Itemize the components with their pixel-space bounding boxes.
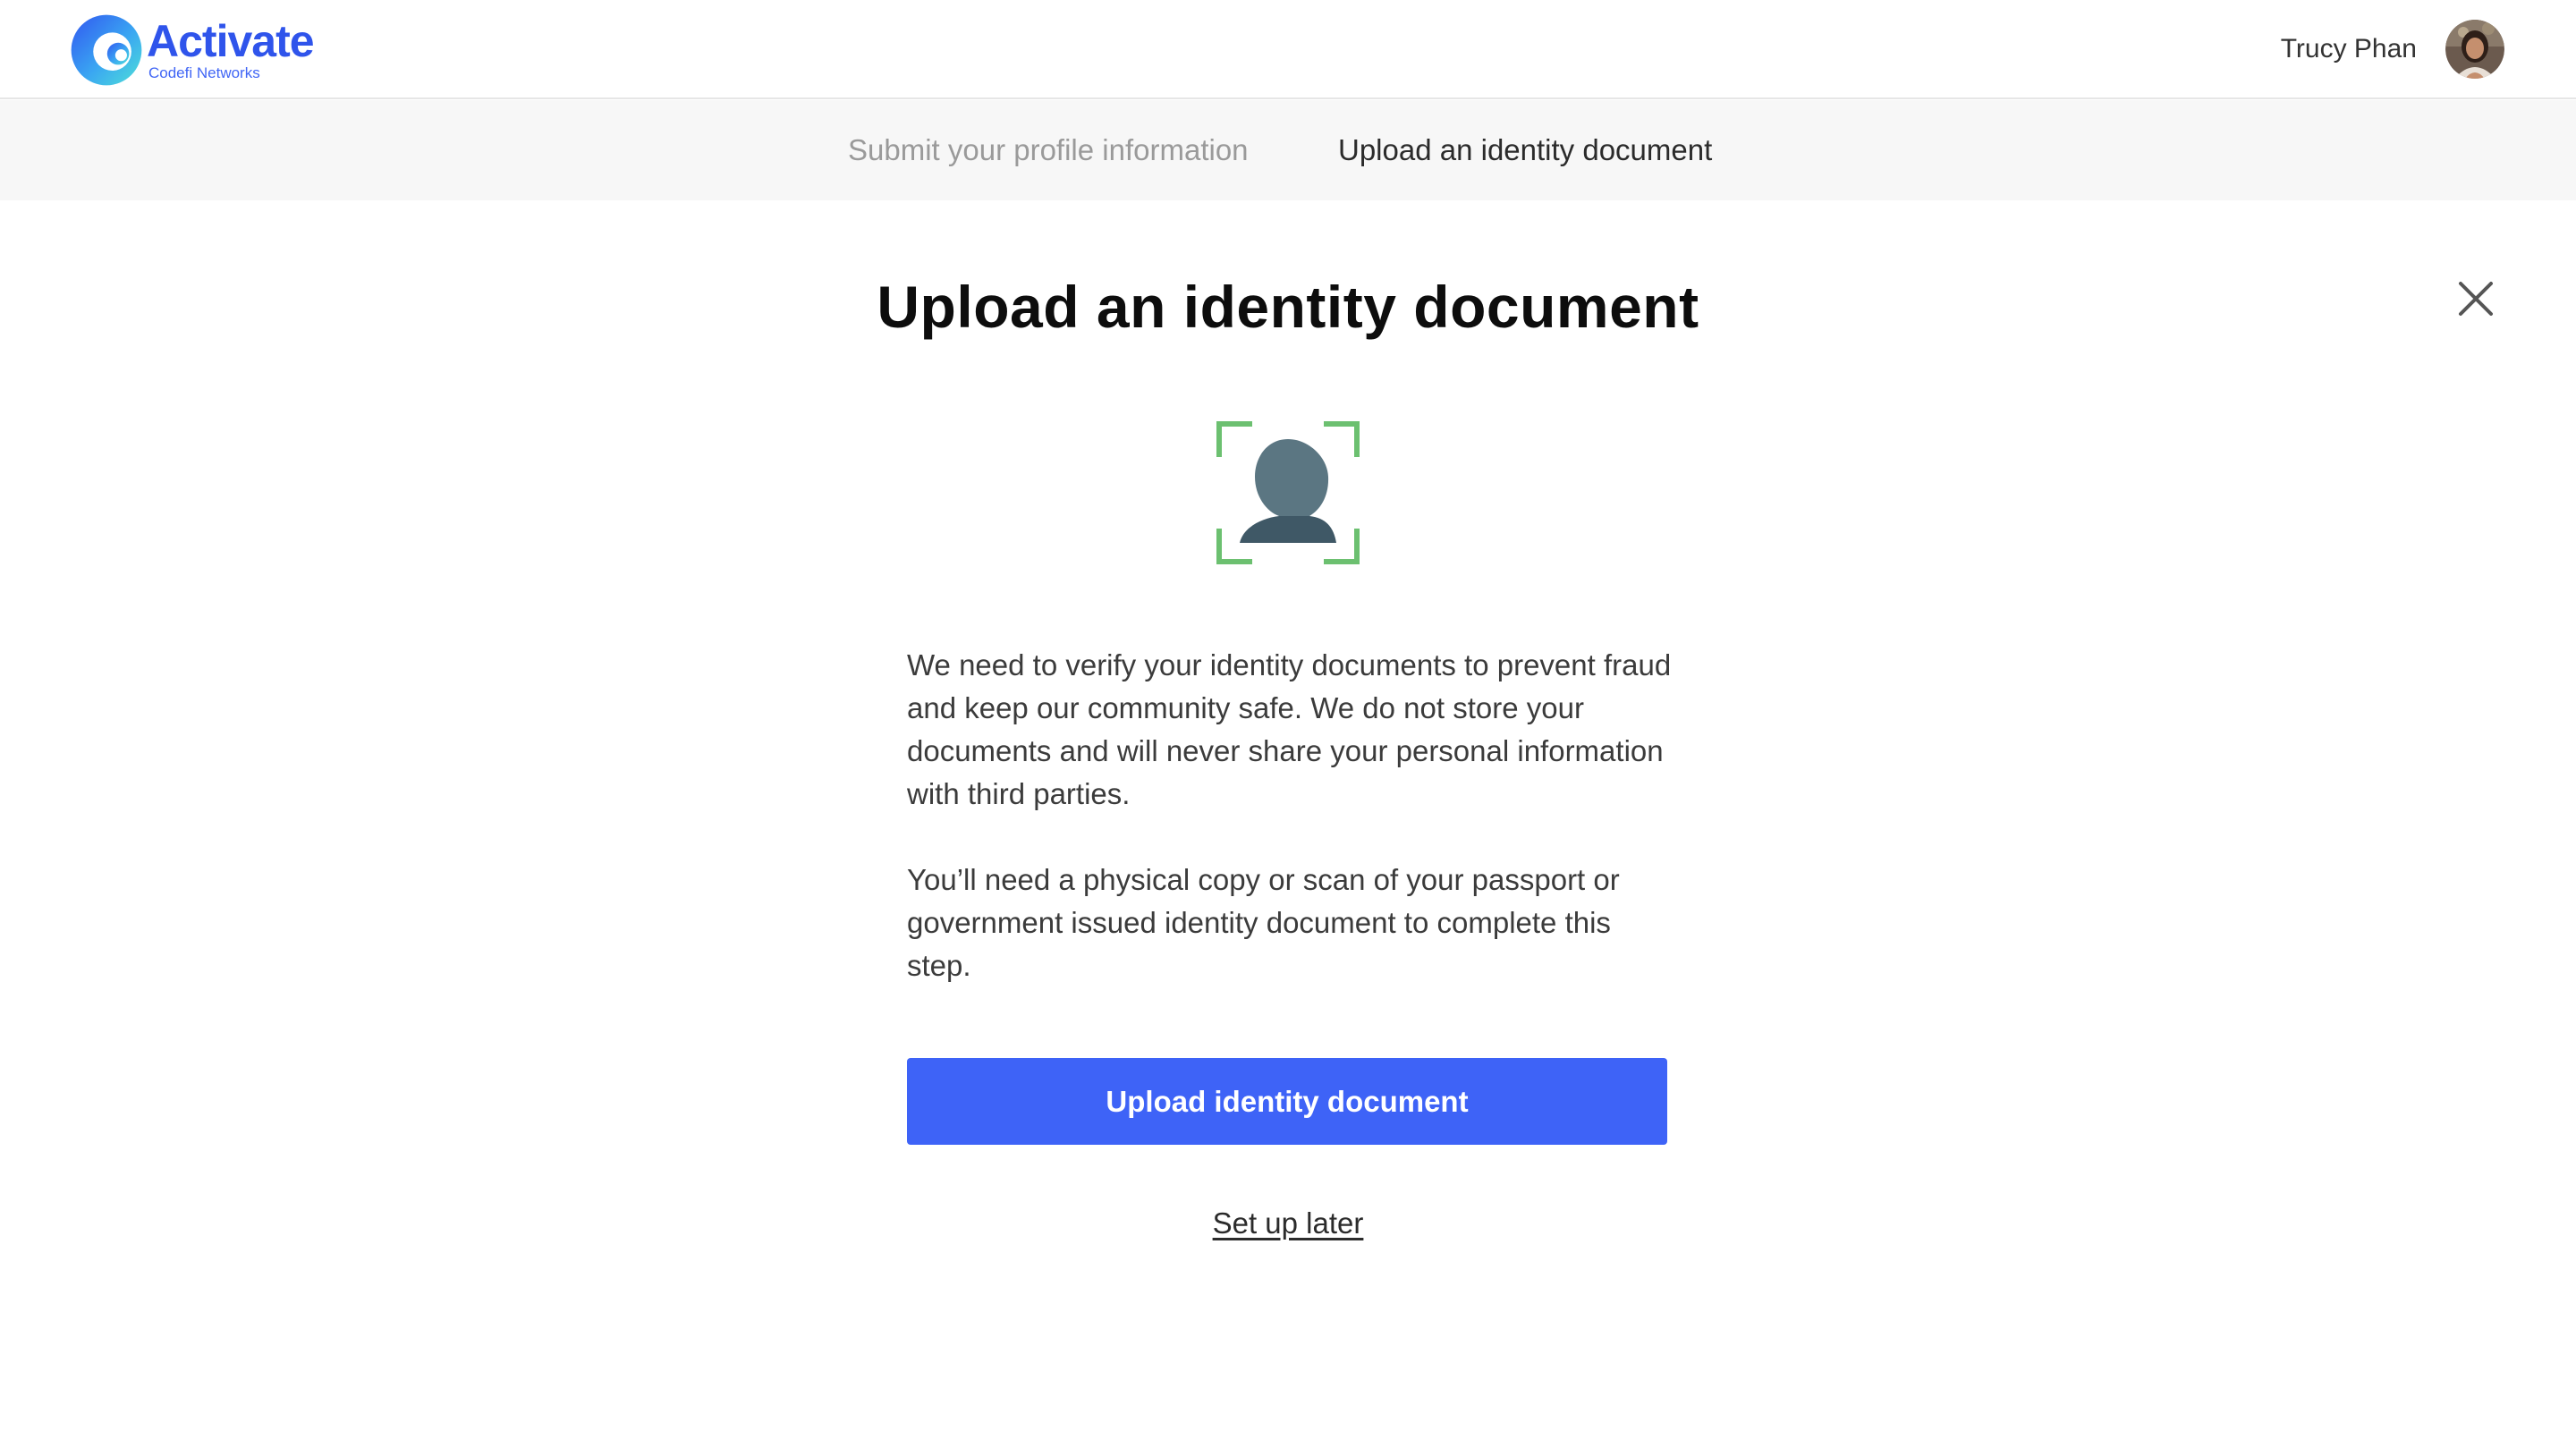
description: We need to verify your identity document… [907, 644, 1676, 987]
brand-name: Activate [147, 16, 315, 66]
user-menu[interactable]: Trucy Phan [2281, 20, 2504, 79]
progress-stepper: Submit your profile information Upload a… [0, 100, 2576, 200]
set-up-later-link[interactable]: Set up later [1213, 1206, 1364, 1240]
user-avatar[interactable] [2445, 20, 2504, 79]
hero-illustration [1216, 421, 1360, 564]
description-paragraph-2: You’ll need a physical copy or scan of y… [907, 863, 1620, 982]
page-title: Upload an identity document [877, 274, 1699, 340]
user-name: Trucy Phan [2280, 34, 2417, 63]
top-header: Activate Codefi Networks Trucy Phan [0, 0, 2576, 99]
upload-identity-document-button[interactable]: Upload identity document [907, 1058, 1667, 1145]
brand-logo[interactable]: Activate Codefi Networks [70, 13, 315, 88]
step-submit-profile[interactable]: Submit your profile information [848, 132, 1249, 168]
step-upload-identity[interactable]: Upload an identity document [1338, 132, 1712, 168]
set-up-later-container: Set up later [0, 1204, 2576, 1243]
face-scan-icon [1216, 421, 1360, 564]
description-paragraph-1: We need to verify your identity document… [907, 648, 1672, 810]
activate-logo-icon [71, 14, 142, 86]
brand-subtitle: Codefi Networks [148, 64, 260, 81]
